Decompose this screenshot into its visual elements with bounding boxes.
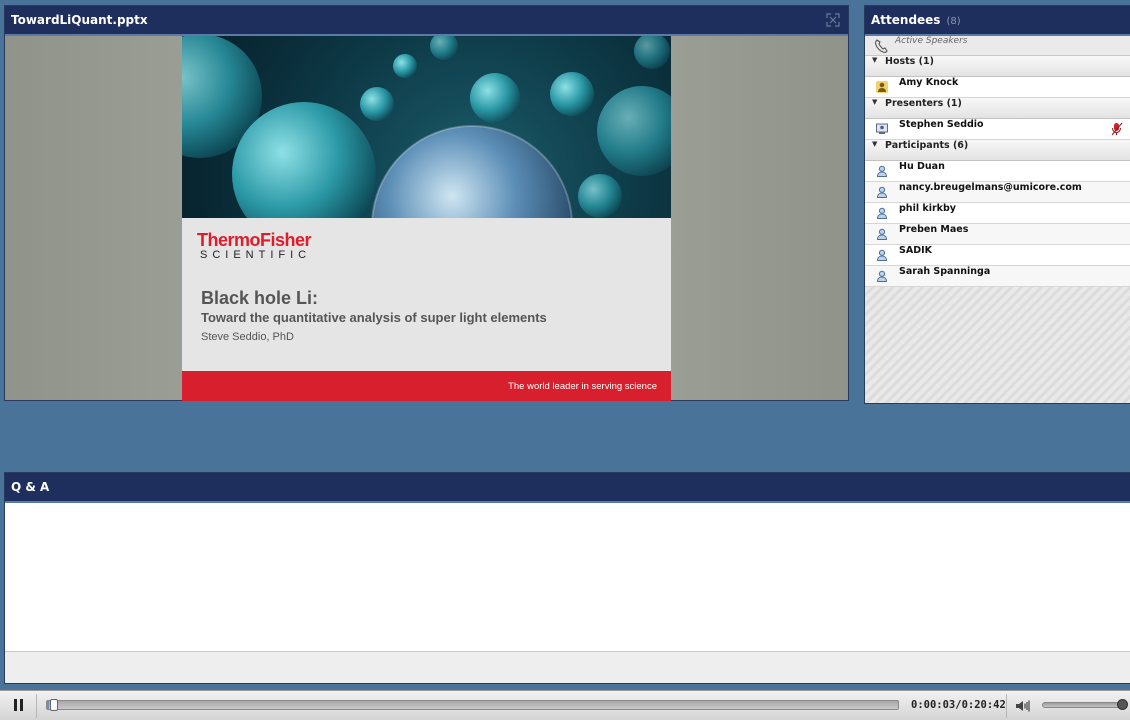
presentation-slide: ThermoFisher SCIENTIFIC Black hole Li: T… [182,36,671,401]
participant-icon [876,249,888,261]
attendee-name: nancy.breugelmans@umicore.com [899,182,1082,193]
attendee-row[interactable]: Amy Knock [865,77,1130,98]
share-pod-header: TowardLiQuant.pptx [5,6,848,36]
share-pod: TowardLiQuant.pptx ThermoFisher SCIENTIF… [4,5,849,401]
attendee-row[interactable]: Stephen Seddio [865,119,1130,140]
attendee-row[interactable]: Sarah Spanninga [865,266,1130,287]
group-hosts-label: Hosts (1) [885,56,934,67]
active-speakers-row: Active Speakers [865,36,1130,56]
attendee-name: Amy Knock [899,77,959,88]
collapse-triangle-icon[interactable]: ▼ [872,56,877,64]
fullscreen-icon[interactable] [826,13,840,27]
collapse-triangle-icon[interactable]: ▼ [872,140,877,148]
pause-button[interactable] [8,697,28,715]
slide-subtitle: Toward the quantitative analysis of supe… [201,310,547,325]
slide-body: ThermoFisher SCIENTIFIC Black hole Li: T… [182,218,671,371]
attendees-count: (8) [946,16,961,27]
attendee-name: Preben Maes [899,224,969,235]
playback-bar: 0:00:03/0:20:42 [0,690,1130,720]
slide-footer-band: The world leader in serving science [182,371,671,401]
share-stage: ThermoFisher SCIENTIFIC Black hole Li: T… [5,36,848,401]
group-hosts[interactable]: ▼ Hosts (1) [865,56,1130,77]
active-speakers-label: Active Speakers [895,36,968,46]
attendee-row[interactable]: Preben Maes [865,224,1130,245]
slide-title: Black hole Li: [201,288,319,308]
host-icon [876,81,888,93]
participant-icon [876,270,888,282]
attendee-name: Stephen Seddio [899,119,984,130]
qa-pod: Q & A [4,472,1130,684]
volume-slider[interactable] [1042,699,1128,710]
qa-pod-header: Q & A [5,473,1130,503]
slide-author: Steve Seddio, PhD [201,331,294,343]
group-presenters[interactable]: ▼ Presenters (1) [865,98,1130,119]
collapse-triangle-icon[interactable]: ▼ [872,98,877,106]
microphone-icon[interactable] [1111,122,1123,136]
attendees-pod: Attendees (8) Active Speakers ▼ Hosts (1)… [864,5,1130,404]
share-pod-title: TowardLiQuant.pptx [11,13,148,27]
attendee-row[interactable]: SADIK [865,245,1130,266]
participant-icon [876,186,888,198]
group-presenters-label: Presenters (1) [885,98,962,109]
phone-icon [875,39,888,53]
participant-icon [876,207,888,219]
progress-fill [47,701,50,709]
presenter-icon [876,123,888,134]
time-display: 0:00:03/0:20:42 [911,699,1006,711]
progress-slider[interactable] [46,699,899,711]
slide-brand-logo: ThermoFisher [197,230,312,250]
qa-pod-title: Q & A [11,480,50,494]
divider [1006,694,1007,718]
attendee-row[interactable]: Hu Duan [865,161,1130,182]
participant-icon [876,165,888,177]
attendees-pod-header: Attendees (8) [865,6,1130,36]
group-participants-label: Participants (6) [885,140,969,151]
progress-thumb[interactable] [50,699,59,711]
volume-icon[interactable] [1015,699,1033,713]
attendee-row[interactable]: nancy.breugelmans@umicore.com [865,182,1130,203]
slide-brand-subtitle: SCIENTIFIC [200,249,312,261]
slide-spheres-illustration [182,36,671,327]
attendee-name: Sarah Spanninga [899,266,991,277]
attendees-title: Attendees [871,13,941,27]
volume-thumb[interactable] [1117,699,1128,710]
qa-footer [5,652,1130,683]
attendee-row[interactable]: phil kirkby [865,203,1130,224]
group-participants[interactable]: ▼ Participants (6) [865,140,1130,161]
qa-message-area[interactable] [5,503,1130,652]
attendee-name: phil kirkby [899,203,956,214]
slide-hero-image [182,36,671,327]
slide-tagline: The world leader in serving science [508,381,657,392]
participant-icon [876,228,888,240]
divider [36,694,37,718]
attendee-name: Hu Duan [899,161,945,172]
attendee-name: SADIK [899,245,932,256]
